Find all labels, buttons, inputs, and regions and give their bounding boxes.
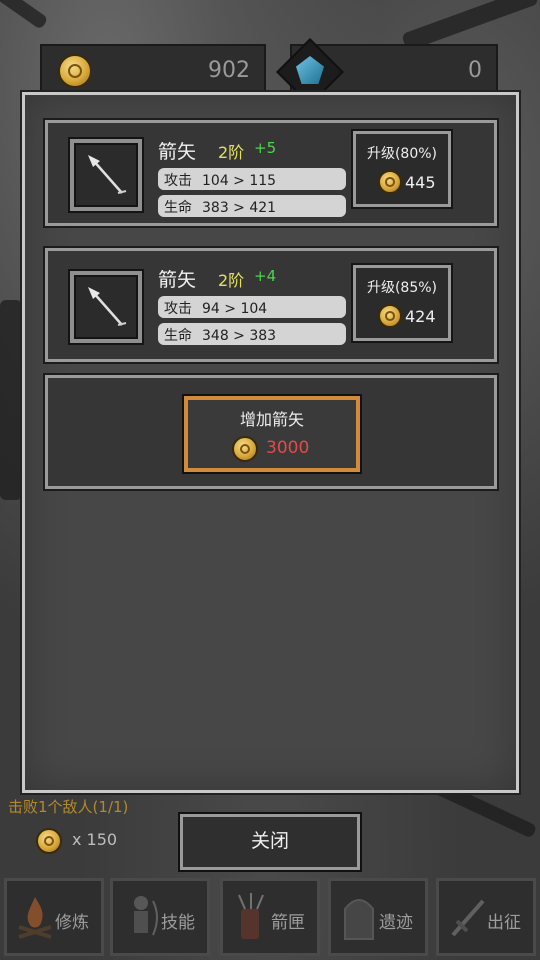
- nav-cultivate[interactable]: 修炼: [4, 878, 104, 956]
- add-arrow-card: 增加箭矢 3000: [45, 375, 497, 489]
- hp-value: 348 > 383: [202, 328, 277, 344]
- attack-value: 104 > 115: [202, 173, 277, 189]
- arrow-bonus: +4: [254, 267, 277, 285]
- nav-expedition[interactable]: 出征: [436, 878, 536, 956]
- hp-stat: 生命 383 > 421: [158, 195, 346, 217]
- arrow-name: 箭矢: [158, 141, 197, 163]
- attack-value: 94 > 104: [202, 301, 268, 317]
- hp-stat: 生命 348 > 383: [158, 323, 346, 345]
- sword-icon: [451, 899, 485, 937]
- tree-trunk-decoration: [0, 300, 22, 500]
- arrow-item-slot[interactable]: [70, 139, 142, 211]
- arrow-icon: [88, 155, 127, 194]
- arrow-tier: 2阶: [218, 271, 245, 290]
- nav-label: 箭匣: [271, 913, 305, 933]
- arrow-item-slot[interactable]: [70, 271, 142, 343]
- quest-reward: x 150: [72, 830, 118, 849]
- gold-coin-icon: [378, 304, 402, 328]
- upgrade-label: 升级(80%): [366, 146, 438, 162]
- arrow-icon: [88, 287, 127, 326]
- arrow-card: 箭矢 2阶 +5 攻击 104 > 115 生命 383 > 421 升级(80%)…: [45, 120, 497, 226]
- upgrade-cost: 424: [405, 307, 436, 326]
- nav-quiver[interactable]: 箭匣: [220, 878, 320, 956]
- add-arrow-button[interactable]: 增加箭矢 3000: [184, 396, 360, 472]
- attack-stat: 攻击 104 > 115: [158, 168, 346, 190]
- add-arrow-cost: 3000: [266, 438, 310, 458]
- upgrade-button[interactable]: 升级(85%) 424: [353, 265, 451, 341]
- quiver-icon: [238, 893, 264, 939]
- nav-label: 修炼: [55, 913, 89, 933]
- add-arrow-label: 增加箭矢: [239, 410, 304, 429]
- gem-amount: 0: [468, 58, 482, 83]
- archer-icon: [134, 896, 158, 936]
- arrow-card: 箭矢 2阶 +4 攻击 94 > 104 生命 348 > 383 升级(85%) …: [45, 248, 497, 362]
- nav-label: 遗迹: [379, 913, 413, 933]
- attack-label: 攻击: [164, 173, 192, 189]
- arrow-bonus: +5: [254, 139, 277, 157]
- gold-coin-icon: [58, 54, 92, 88]
- campfire-icon: [18, 897, 52, 939]
- attack-label: 攻击: [164, 301, 192, 317]
- hp-label: 生命: [164, 200, 192, 216]
- nav-label: 技能: [161, 913, 195, 933]
- gold-coin-icon: [232, 436, 258, 462]
- nav-label: 出征: [487, 913, 521, 933]
- upgrade-label: 升级(85%): [366, 280, 438, 296]
- upgrade-cost: 445: [405, 173, 436, 192]
- attack-stat: 攻击 94 > 104: [158, 296, 346, 318]
- arrow-name: 箭矢: [158, 269, 197, 291]
- gold-amount: 902: [208, 58, 250, 83]
- nav-relics[interactable]: 遗迹: [328, 878, 428, 956]
- quest-text: 击败1个敌人(1/1): [8, 798, 129, 816]
- gold-coin-icon: [36, 828, 62, 854]
- arrow-upgrade-panel: 箭矢 2阶 +5 攻击 104 > 115 生命 383 > 421 升级(80%)…: [22, 92, 519, 793]
- close-button[interactable]: 关闭: [180, 814, 360, 870]
- arrow-tier: 2阶: [218, 143, 245, 162]
- gold-coin-icon: [378, 170, 402, 194]
- nav-skills[interactable]: 技能: [110, 878, 210, 956]
- upgrade-button[interactable]: 升级(80%) 445: [353, 131, 451, 207]
- hp-value: 383 > 421: [202, 200, 277, 216]
- hp-label: 生命: [164, 328, 192, 344]
- tombstone-icon: [344, 899, 374, 940]
